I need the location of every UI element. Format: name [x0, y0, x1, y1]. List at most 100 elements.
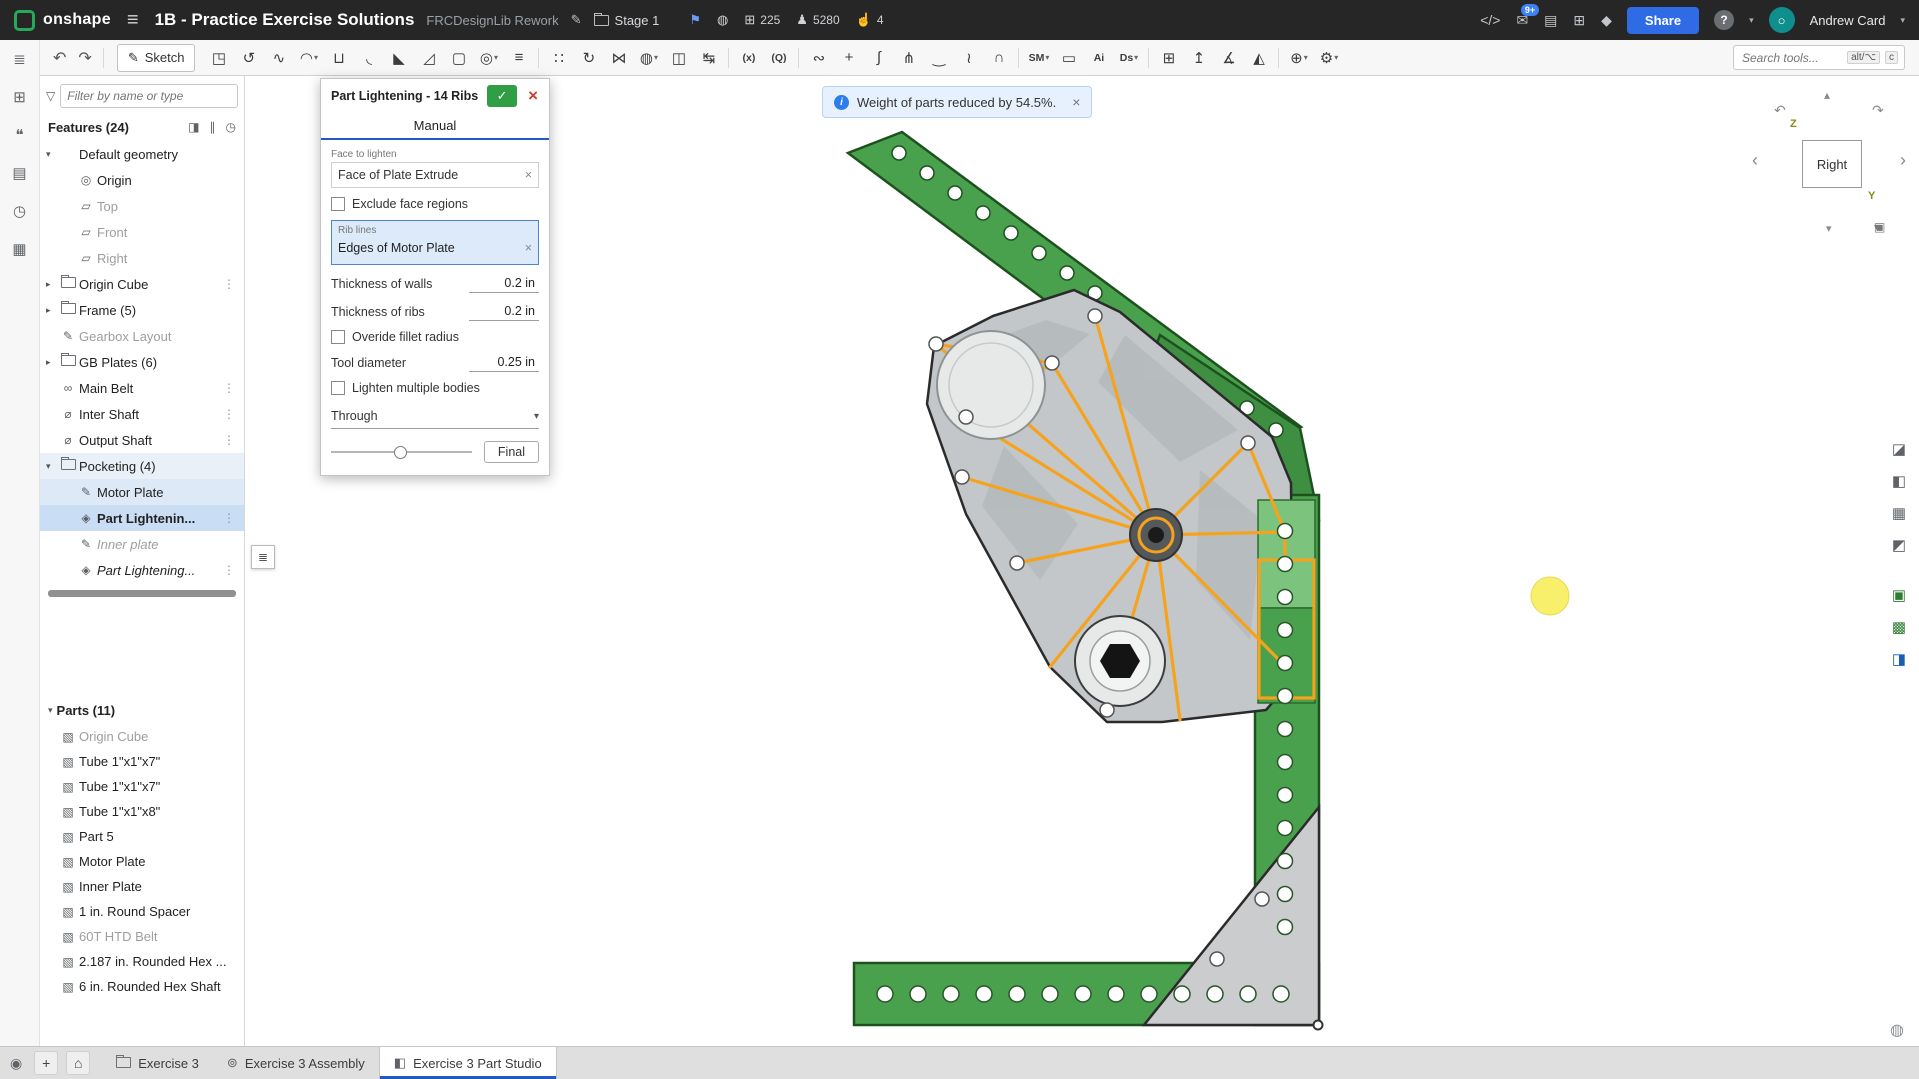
- main-menu-icon[interactable]: ≡: [123, 9, 143, 32]
- feature-item-default-geometry[interactable]: ▾Default geometry: [40, 141, 244, 167]
- part-item-inner-plate[interactable]: ▧Inner Plate: [40, 874, 244, 899]
- comments-panel-icon[interactable]: ❝: [15, 126, 23, 144]
- part-item-2-187-in-rounded-hex[interactable]: ▧2.187 in. Rounded Hex ...: [40, 949, 244, 974]
- feature-context-dots-icon[interactable]: ⋮: [214, 381, 244, 395]
- corner-gusset-plate[interactable]: [1144, 807, 1319, 1025]
- exclude-face-regions-checkbox[interactable]: [331, 197, 345, 211]
- tool-diameter-input[interactable]: 0.25 in: [469, 353, 539, 372]
- tool-sweep-icon[interactable]: ∿: [264, 45, 293, 71]
- view-cube[interactable]: ▴ ↶ ↷ ‹ › Right Z Y ▾ ▣ ▾: [1742, 88, 1919, 250]
- preview-slider[interactable]: [331, 451, 472, 453]
- tool-derived-icon[interactable]: Ds▾: [1114, 45, 1143, 71]
- display-options-icon[interactable]: ◩: [1887, 533, 1911, 557]
- premium-icon[interactable]: ◆: [1601, 12, 1612, 29]
- custom-tables-panel-icon[interactable]: ▤: [12, 164, 26, 182]
- configurations-panel-icon[interactable]: ⊞: [13, 88, 26, 106]
- tool-rib-icon[interactable]: ≡: [504, 45, 533, 71]
- tool-chamfer-icon[interactable]: ◣: [384, 45, 413, 71]
- tab-exercise-3-part-studio[interactable]: ◧Exercise 3 Part Studio: [379, 1047, 557, 1079]
- tool-insert-feature-icon[interactable]: ⊕▾: [1284, 45, 1313, 71]
- drawing-panel-icon[interactable]: ◨: [1887, 647, 1911, 671]
- named-views-icon[interactable]: ▦: [1887, 501, 1911, 525]
- tool-helix-icon[interactable]: ∾: [804, 45, 833, 71]
- part-item-origin-cube[interactable]: ▧Origin Cube: [40, 724, 244, 749]
- workspace-breadcrumb[interactable]: Stage 1: [594, 13, 660, 28]
- search-tools[interactable]: alt/⌥ c: [1733, 45, 1905, 70]
- tool-flange-icon[interactable]: ▭: [1054, 45, 1083, 71]
- tool-projected-curve-icon[interactable]: ⋔: [894, 45, 923, 71]
- feature-context-dots-icon[interactable]: ⋮: [214, 511, 244, 525]
- notification-close-icon[interactable]: ×: [1072, 94, 1080, 110]
- tool-export-icon[interactable]: ↥: [1184, 45, 1213, 71]
- section-view-icon[interactable]: ◧: [1887, 469, 1911, 493]
- home-button[interactable]: ⌂: [66, 1051, 90, 1075]
- feature-item-frame-5[interactable]: ▸Frame (5): [40, 297, 244, 323]
- part-item-1-in-round-spacer[interactable]: ▧1 in. Round Spacer: [40, 899, 244, 924]
- tool-fit-spline-icon[interactable]: ∫: [864, 45, 893, 71]
- tool-ai-advisor-icon[interactable]: Ai: [1084, 45, 1113, 71]
- cancel-button[interactable]: ×: [523, 86, 543, 106]
- user-avatar[interactable]: ○: [1769, 7, 1795, 33]
- tool-revolve-icon[interactable]: ↺: [234, 45, 263, 71]
- filter-input[interactable]: [60, 84, 238, 108]
- tool-variable-icon[interactable]: (x): [734, 45, 763, 71]
- override-fillet-radius-checkbox[interactable]: [331, 330, 345, 344]
- tab-exercise-3-assembly[interactable]: ⊚Exercise 3 Assembly: [213, 1047, 379, 1079]
- thickness-of-ribs-input[interactable]: 0.2 in: [469, 302, 539, 321]
- feature-context-dots-icon[interactable]: ⋮: [214, 563, 244, 577]
- feature-expand-caret-icon[interactable]: ▾: [46, 461, 59, 472]
- rename-document-icon[interactable]: ✎: [571, 12, 582, 28]
- feature-context-dots-icon[interactable]: ⋮: [214, 407, 244, 421]
- select-other-icon[interactable]: ◪: [1887, 437, 1911, 461]
- versions-panel-icon[interactable]: ◷: [13, 202, 26, 220]
- apps-icon[interactable]: ⊞: [1573, 12, 1585, 29]
- add-tab-button[interactable]: +: [34, 1051, 58, 1075]
- confirm-button[interactable]: ✓: [487, 85, 517, 107]
- thickness-of-walls-input[interactable]: 0.2 in: [469, 274, 539, 293]
- insert-panel-icon[interactable]: ◨: [188, 120, 199, 134]
- lighten-multiple-bodies-row[interactable]: Lighten multiple bodies: [331, 381, 539, 395]
- tab-manual[interactable]: Manual: [321, 113, 549, 140]
- tool-point-icon[interactable]: +: [834, 45, 863, 71]
- share-button[interactable]: Share: [1627, 7, 1699, 34]
- part-item-tube-1-x1-x8[interactable]: ▧Tube 1"x1"x8": [40, 799, 244, 824]
- tool-feature-settings-icon[interactable]: ⚙▾: [1314, 45, 1343, 71]
- copies-icon[interactable]: ⊞: [744, 12, 755, 28]
- code-icon[interactable]: </>: [1480, 12, 1500, 28]
- exclude-face-regions-row[interactable]: Exclude face regions: [331, 197, 539, 211]
- rib-lines-field[interactable]: Rib lines Edges of Motor Plate ×: [331, 220, 539, 265]
- parts-expand-caret-icon[interactable]: ▾: [48, 705, 53, 716]
- view-cube-face[interactable]: Right: [1802, 140, 1862, 188]
- view-roll-left-icon[interactable]: ↶: [1774, 102, 1786, 119]
- feature-item-main-belt[interactable]: ∞Main Belt⋮: [40, 375, 244, 401]
- feature-item-origin-cube[interactable]: ▸Origin Cube⋮: [40, 271, 244, 297]
- feature-item-part-lightenin[interactable]: ◈Part Lightenin...⋮: [40, 505, 244, 531]
- view-rotate-right-icon[interactable]: ›: [1900, 150, 1906, 171]
- override-fillet-radius-row[interactable]: Overide fillet radius: [331, 330, 539, 344]
- tool-boolean-icon[interactable]: ◍▾: [634, 45, 663, 71]
- feature-list-panel-icon[interactable]: ≣: [13, 50, 26, 68]
- tool-hole-icon[interactable]: ◎▾: [474, 45, 503, 71]
- feature-list-flyout-button[interactable]: ≣: [251, 545, 275, 569]
- tool-loft-icon[interactable]: ◠▾: [294, 45, 323, 71]
- tool-variable-studio-icon[interactable]: (Q): [764, 45, 793, 71]
- tool-linear-pattern-icon[interactable]: ∷: [544, 45, 573, 71]
- feature-expand-caret-icon[interactable]: ▾: [46, 149, 59, 160]
- feature-expand-caret-icon[interactable]: ▸: [46, 279, 59, 290]
- redo-icon[interactable]: ↷: [73, 48, 96, 68]
- tool-mass-properties-icon[interactable]: ◭: [1244, 45, 1273, 71]
- clear-rib-selection-icon[interactable]: ×: [525, 241, 532, 255]
- followers-icon[interactable]: ♟: [796, 12, 808, 28]
- part-item-60t-htd-belt[interactable]: ▧60T HTD Belt: [40, 924, 244, 949]
- view-rotate-down-icon[interactable]: ▾: [1826, 222, 1832, 235]
- tool-composite-curve-icon[interactable]: ≀: [954, 45, 983, 71]
- suppress-icon[interactable]: ∥: [210, 120, 216, 134]
- user-menu-caret-icon[interactable]: ▾: [1900, 15, 1905, 26]
- tool-mirror-icon[interactable]: ⋈: [604, 45, 633, 71]
- globe-icon[interactable]: ◍: [717, 12, 728, 28]
- lighten-multiple-bodies-checkbox[interactable]: [331, 381, 345, 395]
- search-tools-input[interactable]: [1740, 50, 1842, 66]
- tool-measure-icon[interactable]: ∡: [1214, 45, 1243, 71]
- history-icon[interactable]: ◷: [226, 120, 236, 134]
- part-item-tube-1-x1-x7[interactable]: ▧Tube 1"x1"x7": [40, 749, 244, 774]
